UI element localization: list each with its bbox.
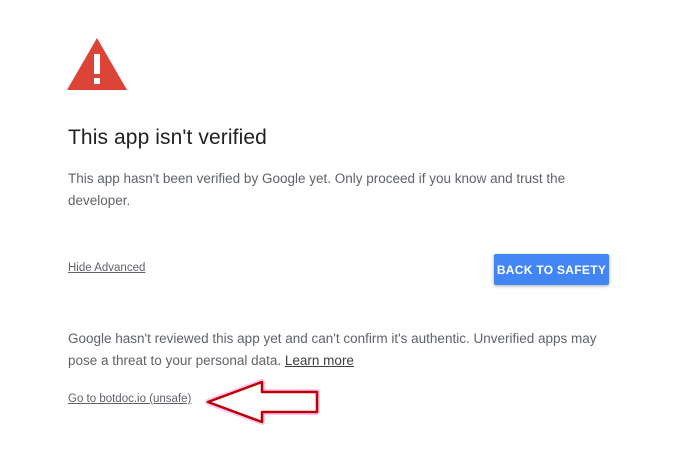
learn-more-link[interactable]: Learn more <box>285 353 354 368</box>
advanced-warning-text: Google hasn't reviewed this app yet and … <box>68 328 608 372</box>
page-title: This app isn't verified <box>68 126 267 149</box>
description-text: This app hasn't been verified by Google … <box>68 171 566 208</box>
warning-triangle-icon <box>67 38 127 90</box>
go-to-unsafe-link[interactable]: Go to botdoc.io (unsafe) <box>68 393 191 405</box>
hide-advanced-link[interactable]: Hide Advanced <box>68 262 145 274</box>
red-arrow-annotation <box>205 379 320 425</box>
back-to-safety-button[interactable]: BACK TO SAFETY <box>494 254 609 285</box>
